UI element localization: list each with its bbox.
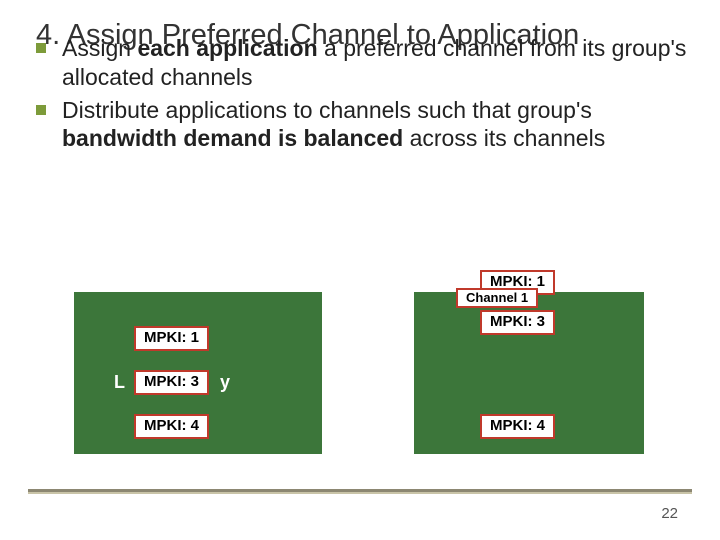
bullet1-pre: Assign [62,35,137,61]
bullet-item-2: Distribute applications to channels such… [36,96,692,154]
slide: 4. Assign Preferred Channel to Applicati… [0,0,720,540]
right-group-box: MPKI: 1 Channel 1 MPKI: 3 MPKI: 4 [414,292,644,454]
body-text: Assign each application a preferred chan… [36,34,692,153]
bullet2-pre: Distribute applications to channels such… [62,97,592,123]
side-letter-l: L [114,372,125,393]
mpki-badge: MPKI: 3 [480,310,555,335]
mpki-badge: MPKI: 4 [134,414,209,439]
mpki-badge: MPKI: 3 [134,370,209,395]
page-number: 22 [661,505,678,522]
bullet1-emph: each application [137,35,317,61]
mpki-badge: MPKI: 4 [480,414,555,439]
footer-divider [28,489,692,494]
mpki-badge: MPKI: 1 [134,326,209,351]
bullet-list: Assign each application a preferred chan… [36,34,692,153]
diagram-area: L y MPKI: 1 MPKI: 3 MPKI: 4 MPKI: 1 Chan… [74,292,642,466]
bullet2-emph: bandwidth demand is balanced [62,125,403,151]
bullet2-post: across its channels [403,125,605,151]
side-letter-r: y [220,372,230,393]
left-group-box: L y MPKI: 1 MPKI: 3 MPKI: 4 [74,292,322,454]
bullet-item-1: Assign each application a preferred chan… [36,34,692,92]
channel-label: Channel 1 [456,288,538,308]
